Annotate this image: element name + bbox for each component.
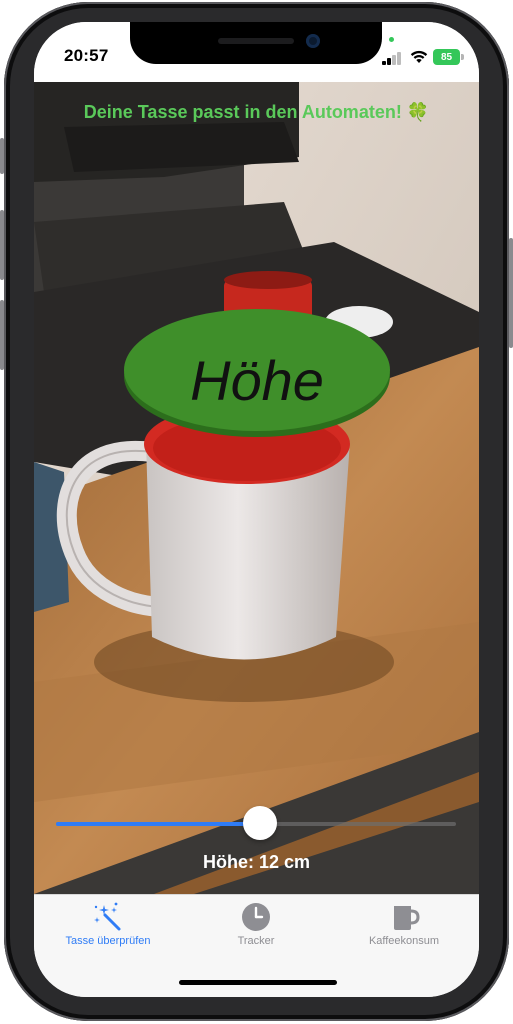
- camera-in-use-indicator: [389, 37, 394, 42]
- battery-level: 85: [440, 51, 453, 63]
- notch: [130, 22, 382, 64]
- camera-scene: [34, 82, 479, 894]
- wifi-icon: [410, 50, 428, 63]
- tab-label: Tasse überprüfen: [65, 935, 151, 947]
- power-button: [509, 238, 513, 348]
- speaker-grille: [218, 38, 294, 44]
- status-bar: 20:57 85: [34, 22, 479, 82]
- tab-bar: Tasse überprüfen Tracker Kaffeekonsum: [34, 894, 479, 997]
- ar-camera-view[interactable]: Höhe Deine Tasse passt in den Automaten!…: [34, 82, 479, 894]
- mute-switch: [0, 138, 4, 174]
- tab-tasse-ueberpruefen[interactable]: Tasse überprüfen: [34, 901, 182, 957]
- battery-icon: 85: [433, 49, 460, 65]
- fit-status-banner: Deine Tasse passt in den Automaten! 🍀: [83, 102, 430, 122]
- cellular-signal-icon: [382, 51, 404, 65]
- height-value-label: Höhe: 12 cm: [202, 852, 311, 872]
- height-disc: Höhe: [124, 309, 390, 437]
- clock-icon: [242, 903, 270, 931]
- tab-kaffeekonsum[interactable]: Kaffeekonsum: [330, 901, 478, 957]
- home-indicator[interactable]: [179, 980, 337, 985]
- tab-label: Kaffeekonsum: [368, 935, 440, 947]
- status-time: 20:57: [64, 46, 109, 65]
- battery-cap: [461, 54, 464, 60]
- tab-label: Tracker: [237, 935, 275, 947]
- magic-wand-icon: [94, 902, 121, 931]
- height-slider-thumb[interactable]: [243, 806, 277, 840]
- volume-up-button: [0, 210, 4, 280]
- volume-down-button: [0, 300, 4, 370]
- front-camera: [306, 34, 320, 48]
- disc-label: Höhe: [190, 349, 324, 412]
- screen: 20:57 85 Höhe Deine Tasse passt in den A…: [34, 22, 479, 997]
- mug-icon: [394, 906, 420, 930]
- tab-tracker[interactable]: Tracker: [182, 901, 330, 957]
- height-slider-fill: [56, 822, 260, 826]
